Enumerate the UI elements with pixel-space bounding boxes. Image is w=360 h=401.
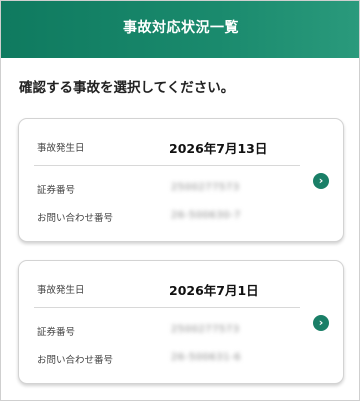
policy-label: 証券番号 (37, 327, 76, 338)
inquiry-label: お問い合わせ番号 (37, 213, 114, 224)
date-label: 事故発生日 (37, 285, 85, 296)
policy-number: 2500277573 (171, 182, 240, 193)
instruction-text: 確認する事故を選択してください。 (19, 80, 235, 96)
inquiry-number: 26-500630-7 (171, 210, 241, 221)
accident-card[interactable]: 事故発生日 2026年7月13日 証券番号 2500277573 お問い合わせ番… (18, 118, 344, 242)
divider (34, 165, 300, 166)
accident-date: 2026年7月13日 (169, 141, 268, 156)
policy-number: 2500277573 (171, 324, 240, 335)
inquiry-label: お問い合わせ番号 (37, 355, 114, 366)
date-label: 事故発生日 (37, 143, 85, 154)
policy-label: 証券番号 (37, 185, 76, 196)
app-frame: 事故対応状況一覧 確認する事故を選択してください。 事故発生日 2026年7月1… (0, 0, 360, 401)
divider (34, 307, 300, 308)
accident-card[interactable]: 事故発生日 2026年7月1日 証券番号 2500277573 お問い合わせ番号… (18, 260, 344, 384)
page-title: 事故対応状況一覧 (1, 1, 359, 58)
accident-date: 2026年7月1日 (169, 283, 259, 298)
chevron-right-icon[interactable]: › (313, 315, 329, 331)
inquiry-number: 26-500631-6 (171, 352, 241, 363)
chevron-right-icon[interactable]: › (313, 173, 329, 189)
